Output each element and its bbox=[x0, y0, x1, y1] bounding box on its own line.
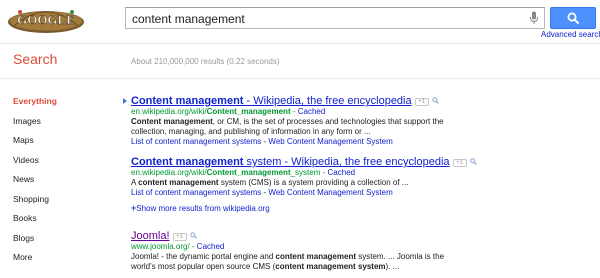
google-logo[interactable]: GOOGLE bbox=[6, 4, 86, 34]
result-title-link[interactable]: Content management - Wikipedia, the free… bbox=[131, 95, 412, 107]
cached-link[interactable]: Cached bbox=[328, 168, 356, 177]
cached-link[interactable]: Cached bbox=[298, 107, 326, 116]
sidebar-item-blogs[interactable]: Blogs bbox=[13, 232, 113, 252]
sidebar: Everything Images Maps Videos News Shopp… bbox=[13, 95, 113, 271]
result-pointer-icon bbox=[123, 98, 127, 104]
sidebar-item-everything[interactable]: Everything bbox=[13, 95, 113, 115]
result-snippet: collection, managing, and publishing of … bbox=[131, 127, 371, 136]
search-icon bbox=[567, 12, 580, 25]
result-sitelinks: List of content management systems - Web… bbox=[131, 188, 393, 197]
result-url: en.wikipedia.org/wiki/Content_management… bbox=[131, 107, 326, 116]
sitelink[interactable]: List of content management systems bbox=[131, 188, 261, 197]
search-result: Content management - Wikipedia, the free… bbox=[123, 95, 591, 147]
sidebar-item-books[interactable]: Books bbox=[13, 212, 113, 232]
cached-link[interactable]: Cached bbox=[197, 242, 225, 251]
result-snippet: Joomla! - the dynamic portal engine and … bbox=[131, 252, 445, 261]
header: GOOGLE Advanced search bbox=[0, 0, 600, 43]
search-result: Content management system - Wikipedia, t… bbox=[131, 156, 591, 213]
result-url: en.wikipedia.org/wiki/Content_management… bbox=[131, 168, 356, 177]
microphone-icon[interactable] bbox=[529, 11, 539, 25]
header-divider bbox=[0, 43, 600, 44]
search-input[interactable] bbox=[132, 10, 522, 27]
page-title: Search bbox=[13, 51, 58, 67]
search-box[interactable] bbox=[125, 7, 545, 29]
preview-magnifier-icon[interactable] bbox=[431, 97, 439, 104]
result-url: www.joomla.org/ - Cached bbox=[131, 242, 225, 251]
search-button[interactable] bbox=[550, 7, 596, 29]
more-results-link[interactable]: +Show more results from wikipedia.org bbox=[131, 203, 591, 213]
plus-one-button[interactable]: +1 bbox=[414, 98, 429, 106]
result-stats: About 210,000,000 results (0.22 seconds) bbox=[131, 57, 280, 66]
sidebar-item-videos[interactable]: Videos bbox=[13, 154, 113, 174]
preview-magnifier-icon[interactable] bbox=[189, 232, 197, 239]
search-result: Joomla! +1 www.joomla.org/ - Cached Jooml… bbox=[131, 230, 591, 272]
sitelink[interactable]: List of content management systems bbox=[131, 137, 261, 146]
sitelink[interactable]: Web Content Management System bbox=[268, 137, 392, 146]
sidebar-item-images[interactable]: Images bbox=[13, 115, 113, 135]
preview-magnifier-icon[interactable] bbox=[469, 158, 477, 165]
advanced-search-link[interactable]: Advanced search bbox=[541, 30, 600, 39]
result-title-link[interactable]: Joomla! bbox=[131, 230, 170, 242]
plus-one-button[interactable]: +1 bbox=[172, 233, 187, 241]
sidebar-item-more[interactable]: More bbox=[13, 251, 113, 271]
sidebar-item-shopping[interactable]: Shopping bbox=[13, 193, 113, 213]
result-title-link[interactable]: Content management system - Wikipedia, t… bbox=[131, 156, 450, 168]
plus-one-button[interactable]: +1 bbox=[452, 159, 467, 167]
result-snippet: world's most popular open source CMS (co… bbox=[131, 262, 400, 271]
sitelink[interactable]: Web Content Management System bbox=[268, 188, 392, 197]
svg-text:GOOGLE: GOOGLE bbox=[17, 12, 75, 27]
result-snippet: Content management, or CM, is the set of… bbox=[131, 117, 444, 126]
result-snippet: A content management system (CMS) is a s… bbox=[131, 178, 409, 187]
subheader-divider bbox=[0, 78, 600, 79]
result-sitelinks: List of content management systems - Web… bbox=[131, 137, 393, 146]
sidebar-item-news[interactable]: News bbox=[13, 173, 113, 193]
sidebar-item-maps[interactable]: Maps bbox=[13, 134, 113, 154]
